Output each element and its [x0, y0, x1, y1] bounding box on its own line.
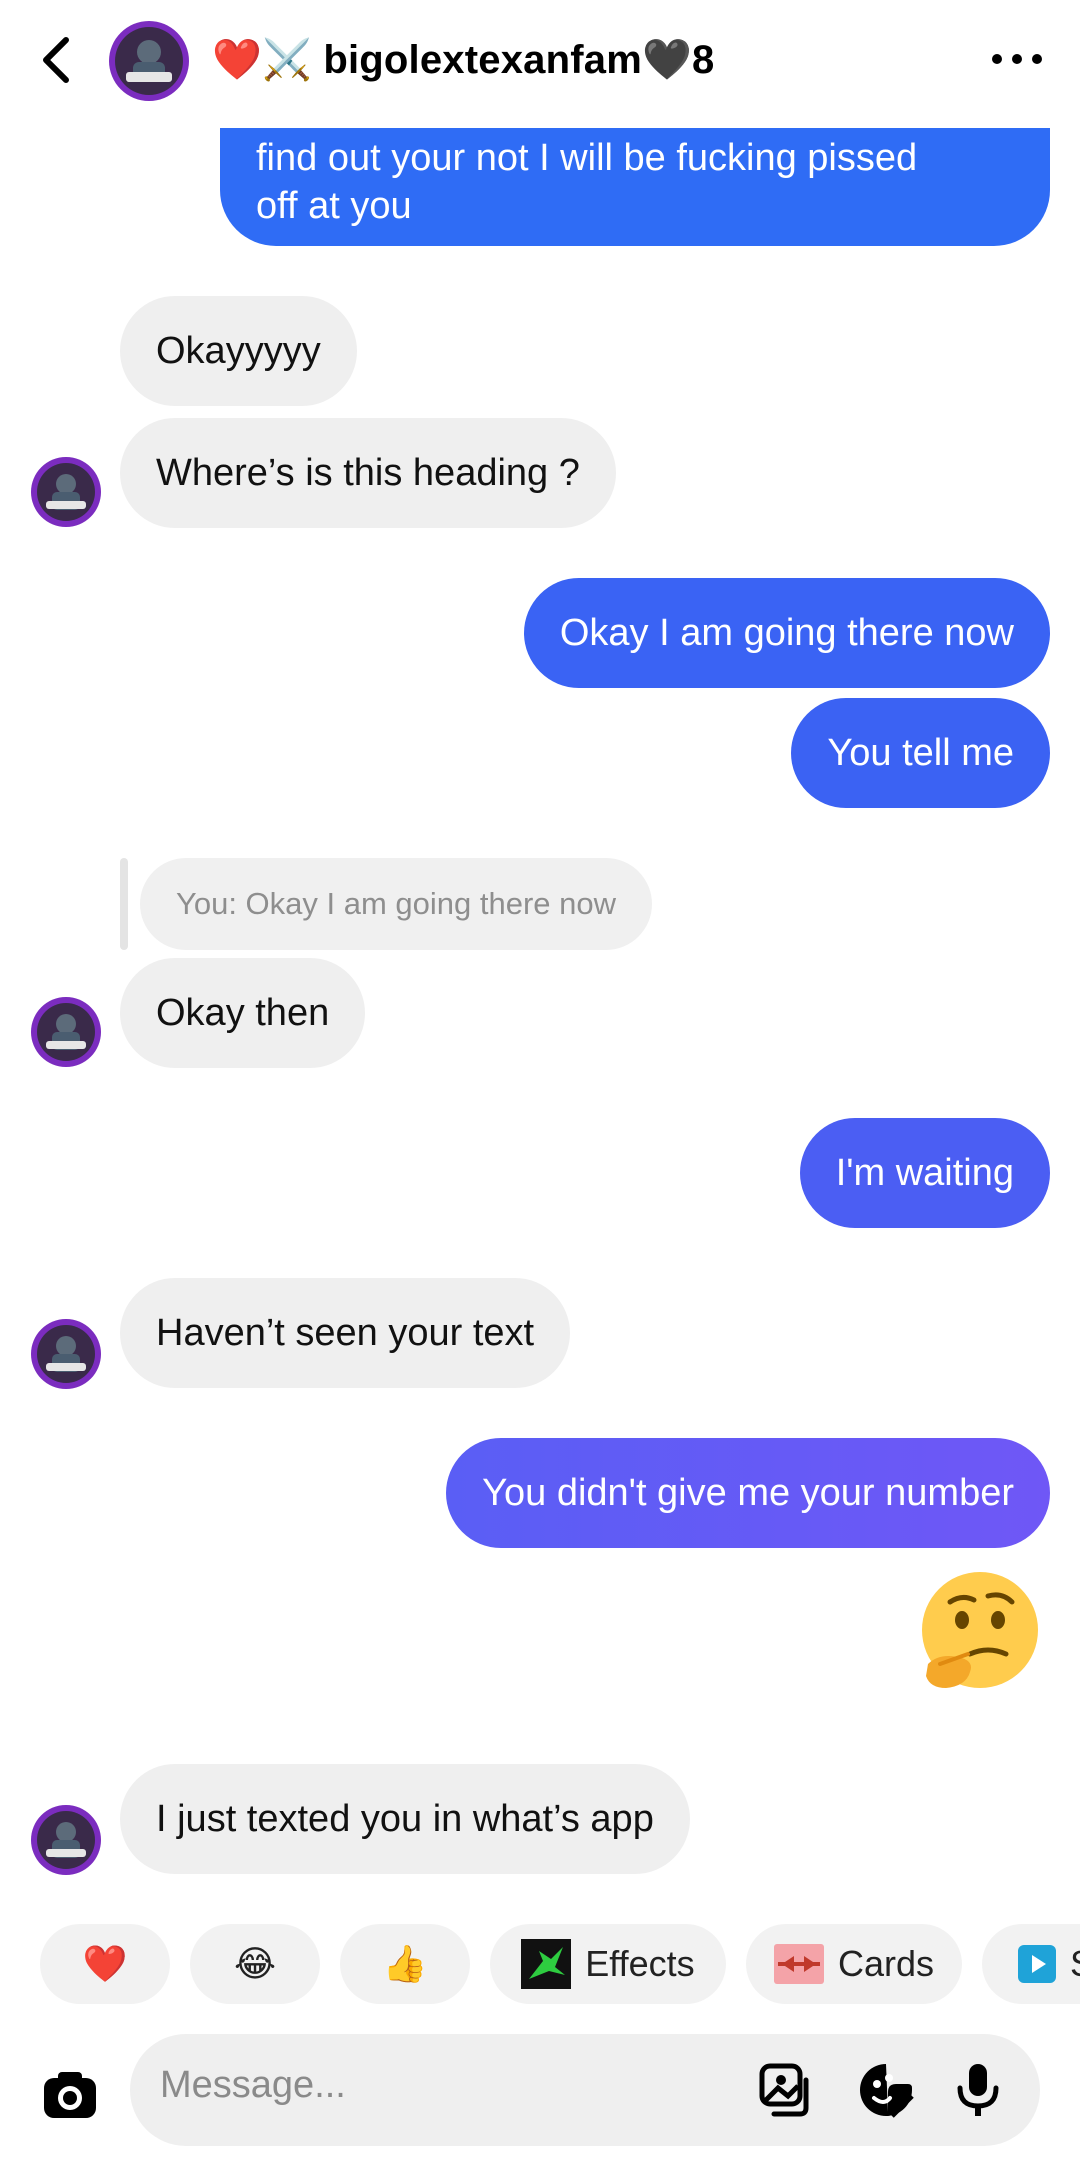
message-text: Okay I am going there now [559, 612, 1014, 654]
message-input[interactable]: Message... [130, 2034, 1040, 2146]
gallery-icon[interactable] [756, 2060, 816, 2120]
quick-heart-button[interactable]: ❤️ [40, 1924, 170, 2004]
quick-laugh-button[interactable]: 😂 [190, 1924, 320, 2004]
outgoing-message[interactable]: You didn't give me your number [446, 1438, 1050, 1548]
chat-title[interactable]: ❤️⚔️ bigolextexanfam🖤8 [212, 36, 714, 83]
message-text: I'm waiting [835, 1152, 1014, 1194]
sender-avatar[interactable] [30, 996, 102, 1068]
incoming-message[interactable]: Okay then [120, 958, 366, 1068]
message-text: I just texted you in what’s app [156, 1798, 654, 1840]
message-text: You tell me [827, 732, 1014, 774]
cards-button[interactable]: Cards [746, 1924, 962, 2004]
message-composer: Message... [0, 2018, 1080, 2168]
quoted-reply-text: You: Okay I am going there now [176, 886, 617, 921]
message-placeholder: Message... [160, 2064, 346, 2106]
sticker-icon[interactable] [856, 2060, 916, 2120]
sender-avatar[interactable] [30, 1318, 102, 1390]
message-thread[interactable]: find out your not I will be fucking piss… [0, 128, 1080, 1908]
reply-indicator-bar [120, 858, 128, 950]
outgoing-message[interactable]: You tell me [791, 698, 1050, 808]
message-text: Haven’t seen your text [156, 1312, 535, 1354]
outgoing-message[interactable]: Okay I am going there now [523, 578, 1050, 688]
heart-icon: ❤️ [82, 1943, 128, 1984]
incoming-message[interactable]: Okayyyyy [120, 296, 357, 406]
more-horizontal-icon[interactable] [988, 44, 1046, 74]
effects-button[interactable]: Effects [490, 1924, 726, 2004]
thumbs-up-icon: 👍 [382, 1943, 428, 1984]
message-text: off at you [256, 185, 412, 227]
effects-label: Effects [585, 1943, 695, 1984]
microphone-icon[interactable] [948, 2060, 1008, 2120]
outgoing-message[interactable]: find out your not I will be fucking piss… [220, 128, 1050, 246]
quick-actions-bar: ❤️ 😂 👍 Effects Cards S [0, 1908, 1080, 2018]
profile-avatar[interactable] [108, 20, 190, 102]
more-quick-action-button[interactable]: S [982, 1924, 1080, 2004]
message-text: find out your not I will be fucking piss… [256, 137, 918, 179]
play-icon [1018, 1945, 1056, 1983]
message-text: Where’s is this heading ? [156, 452, 580, 494]
cards-label: Cards [837, 1943, 935, 1984]
sender-avatar[interactable] [30, 1804, 102, 1876]
incoming-message[interactable]: Haven’t seen your text [120, 1278, 571, 1388]
more-quick-action-label: S [1070, 1943, 1080, 1985]
quoted-reply[interactable]: You: Okay I am going there now [140, 858, 653, 950]
quick-thumbs-up-button[interactable]: 👍 [340, 1924, 470, 2004]
sender-avatar[interactable] [30, 456, 102, 528]
incoming-message[interactable]: I just texted you in what’s app [120, 1764, 690, 1874]
thinking-face-icon[interactable] [910, 1568, 1042, 1700]
message-text: Okay then [156, 992, 330, 1034]
cards-icon [773, 1944, 824, 1984]
message-text: Okayyyyy [156, 330, 321, 372]
chat-header: ❤️⚔️ bigolextexanfam🖤8 [0, 0, 1080, 128]
chevron-left-icon[interactable] [36, 30, 76, 90]
message-text: You didn't give me your number [482, 1472, 1014, 1514]
incoming-message[interactable]: Where’s is this heading ? [120, 418, 616, 528]
camera-icon[interactable] [30, 2056, 110, 2136]
outgoing-message[interactable]: I'm waiting [799, 1118, 1050, 1228]
laugh-icon: 😂 [233, 1943, 277, 1984]
effects-icon [521, 1939, 572, 1989]
